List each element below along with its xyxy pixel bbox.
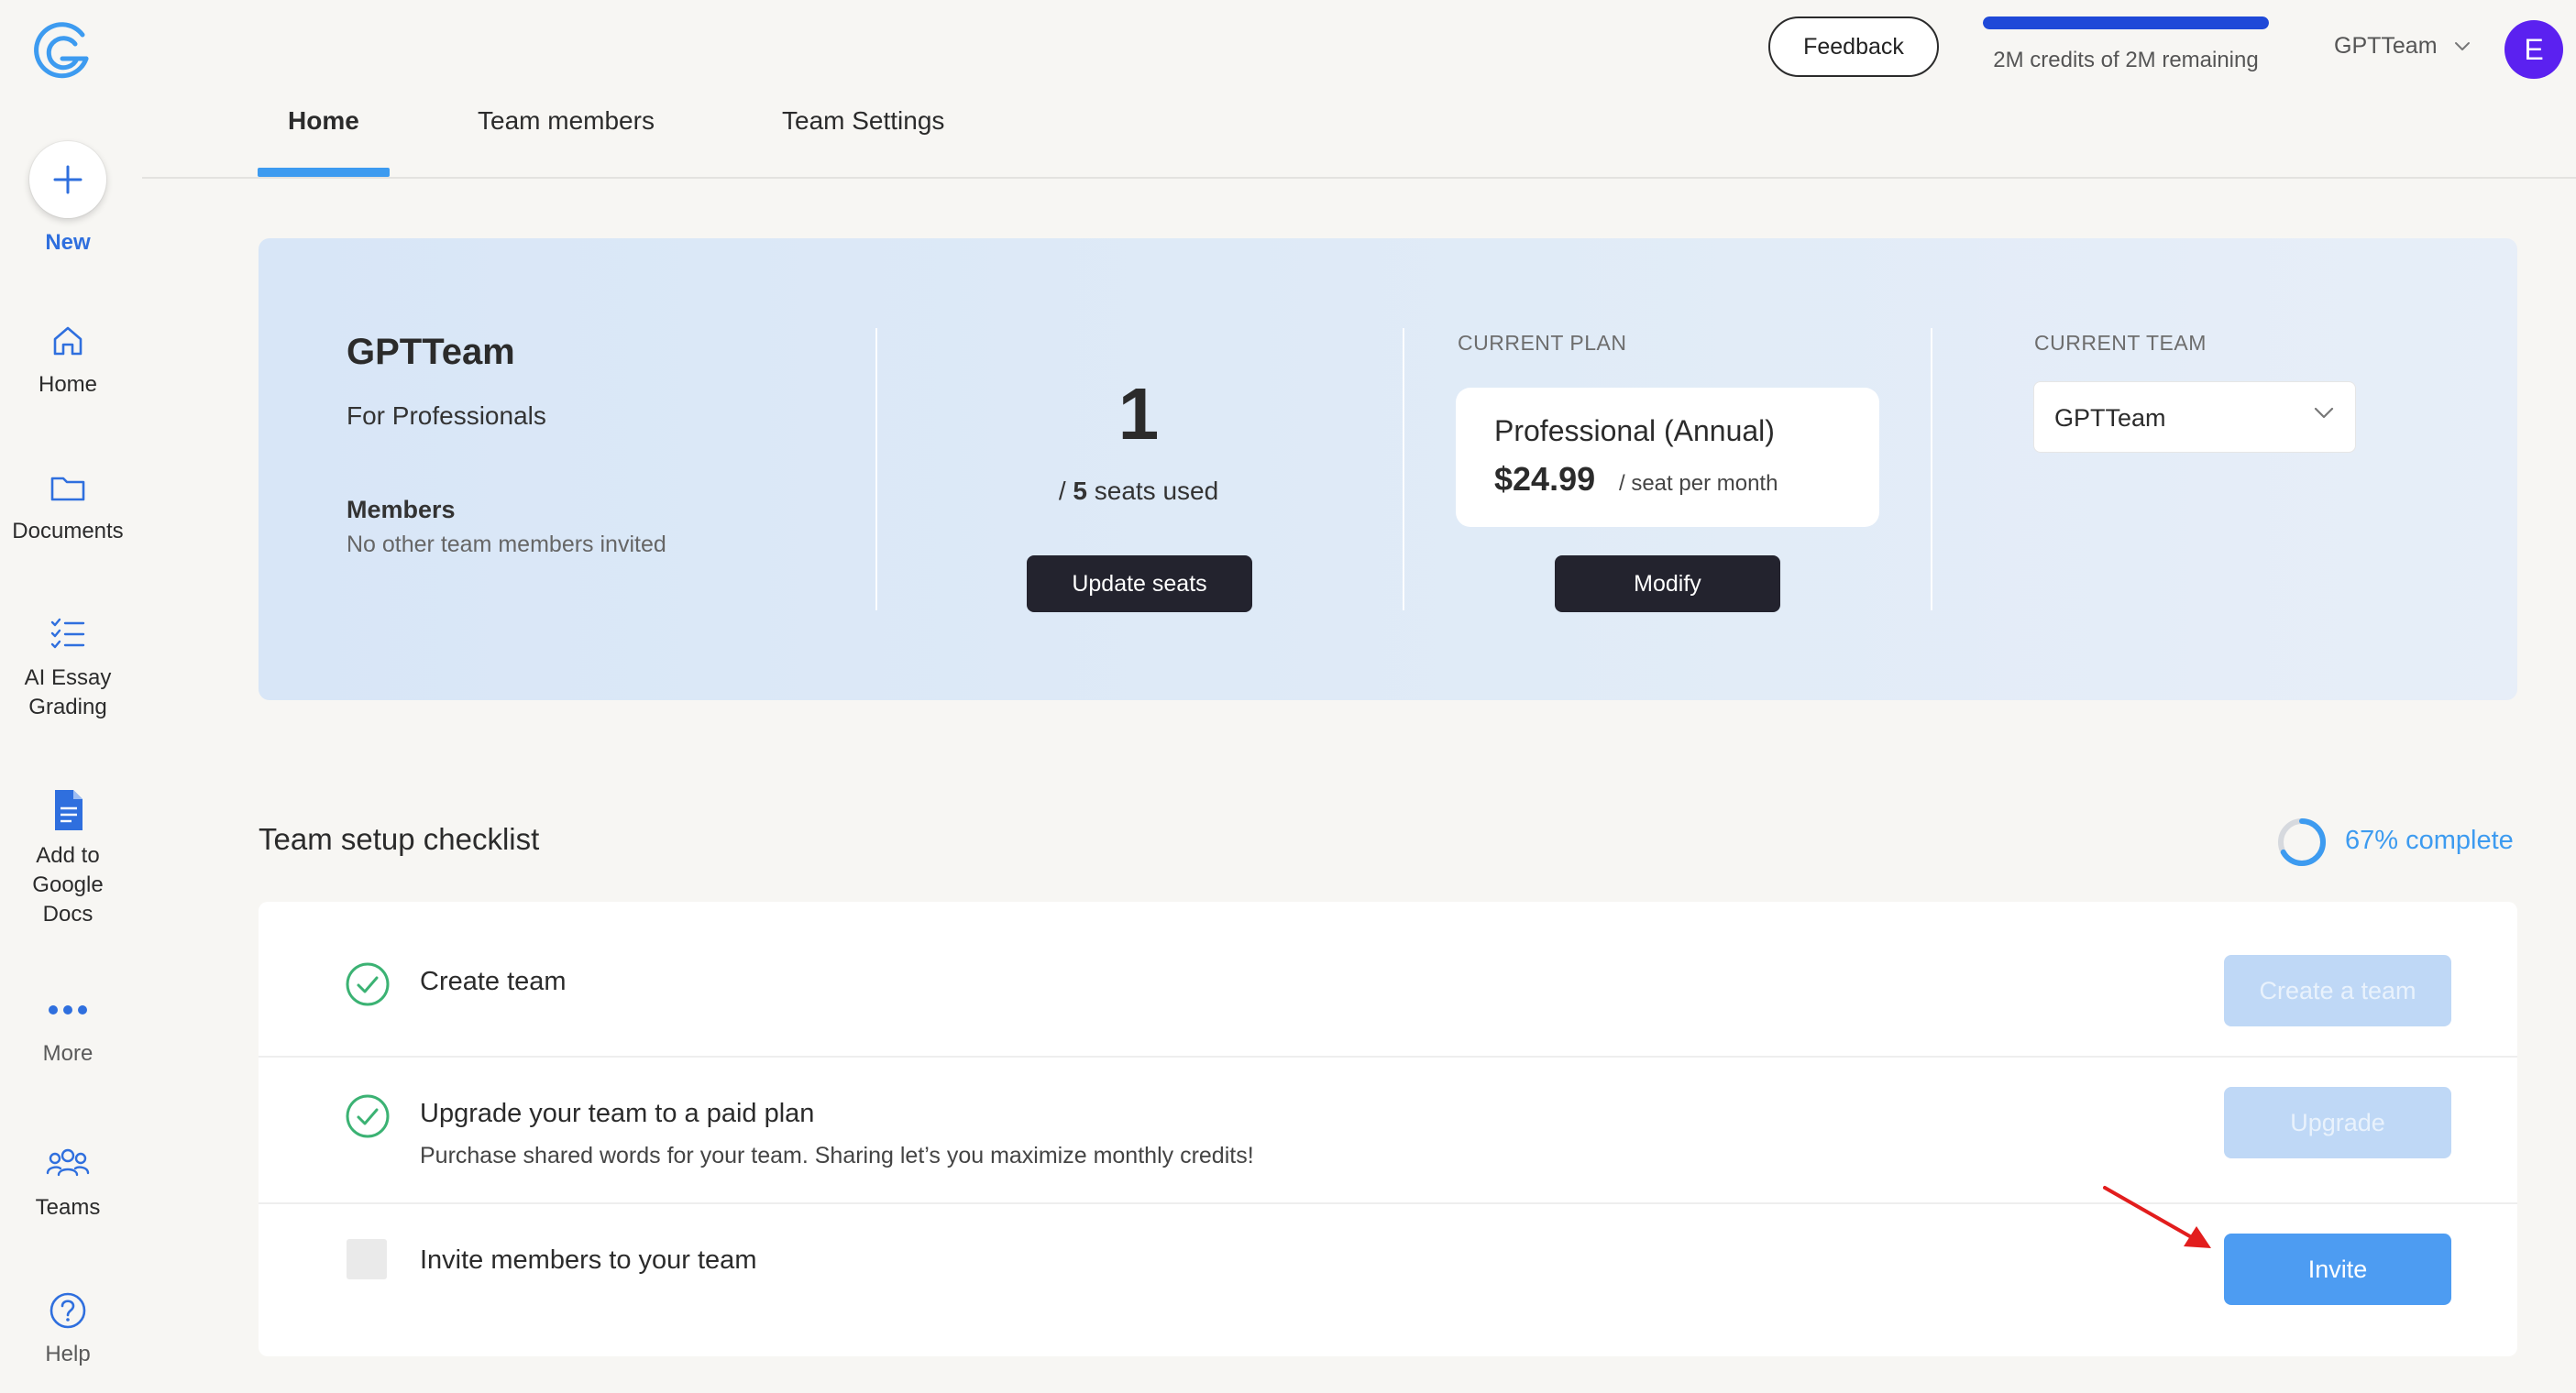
annotation-arrow-icon — [2103, 1186, 2211, 1248]
new-label: New — [45, 230, 91, 255]
plan-price: $24.99 — [1494, 460, 1596, 498]
upgrade-button[interactable]: Upgrade — [2224, 1087, 2451, 1158]
sidebar-item-home[interactable]: Home — [0, 321, 136, 400]
members-status: No other team members invited — [347, 532, 666, 557]
more-dots-icon — [49, 1005, 87, 1015]
teams-icon — [46, 1148, 90, 1177]
invite-button[interactable]: Invite — [2224, 1234, 2451, 1305]
sidebar-item-teams[interactable]: Teams — [0, 1144, 136, 1223]
plus-icon — [53, 165, 83, 194]
team-plan-card — [259, 238, 2517, 700]
tab-home[interactable]: Home — [288, 106, 359, 136]
sidebar-item-label: Documents — [12, 519, 124, 543]
plan-info-box — [1456, 388, 1879, 527]
home-icon — [53, 326, 83, 356]
tabs-divider — [142, 177, 2576, 179]
seats-used-count: 1 — [1117, 373, 1160, 455]
card-divider — [1403, 328, 1404, 610]
checklist-item-description: Purchase shared words for your team. Sha… — [420, 1143, 1254, 1168]
checklist-item-title: Upgrade your team to a paid plan — [420, 1099, 815, 1128]
seats-used-text: / 5 seats used — [876, 477, 1401, 506]
current-team-label: CURRENT TEAM — [2034, 331, 2207, 355]
sidebar-item-more[interactable]: More — [0, 999, 136, 1069]
tab-team-members[interactable]: Team members — [478, 106, 655, 136]
members-heading: Members — [347, 496, 456, 523]
team-subtitle: For Professionals — [347, 401, 546, 430]
credits-progress-fill — [1983, 16, 2269, 29]
sidebar-item-label: Add to Google Docs — [32, 843, 104, 927]
chevron-down-icon — [2314, 407, 2334, 419]
seats-suffix: seats used — [1086, 477, 1219, 505]
checklist-item-title: Invite members to your team — [420, 1245, 757, 1275]
current-team-value: GPTTeam — [2054, 404, 2166, 432]
card-divider — [875, 328, 877, 610]
seats-prefix: / — [1058, 477, 1073, 505]
update-seats-button[interactable]: Update seats — [1027, 555, 1252, 612]
user-avatar[interactable]: E — [2504, 20, 2563, 79]
checklist-title: Team setup checklist — [259, 822, 540, 856]
create-team-button[interactable]: Create a team — [2224, 955, 2451, 1026]
checklist-icon — [50, 618, 85, 649]
check-circle-icon — [346, 962, 390, 1006]
plan-price-unit: / seat per month — [1619, 471, 1778, 496]
current-team-select[interactable]: GPTTeam — [2033, 381, 2356, 453]
sidebar-item-google-docs[interactable]: Add to Google Docs — [0, 788, 136, 929]
check-circle-icon — [346, 1094, 390, 1138]
credits-progress-bar — [1983, 16, 2269, 29]
sidebar-item-ai-essay-grading[interactable]: AI Essay Grading — [0, 614, 136, 722]
sidebar-item-label: AI Essay Grading — [24, 665, 112, 719]
folder-icon — [50, 477, 85, 501]
credits-remaining-text: 2M credits of 2M remaining — [1993, 48, 2259, 72]
sidebar-item-label: Home — [38, 372, 98, 397]
team-switcher[interactable]: GPTTeam — [2334, 33, 2471, 60]
active-tab-indicator — [258, 168, 390, 177]
sidebar: New Home Documents AI Essay Grading Add … — [0, 0, 136, 1393]
sidebar-item-documents[interactable]: Documents — [0, 467, 136, 546]
team-name-heading: GPTTeam — [347, 332, 515, 372]
row-divider — [259, 1056, 2517, 1058]
checklist-card — [259, 902, 2517, 1356]
sidebar-item-help[interactable]: Help — [0, 1290, 136, 1369]
tab-team-settings[interactable]: Team Settings — [782, 106, 944, 136]
app-logo-icon[interactable] — [29, 18, 95, 84]
sidebar-item-label: Teams — [35, 1195, 101, 1220]
team-switcher-label: GPTTeam — [2334, 33, 2438, 59]
google-docs-icon — [55, 790, 83, 830]
sidebar-item-label: More — [42, 1041, 94, 1066]
seats-total: 5 — [1073, 477, 1087, 505]
current-plan-label: CURRENT PLAN — [1458, 331, 1627, 355]
progress-ring-icon — [2278, 818, 2326, 866]
checklist-item-title: Create team — [420, 967, 567, 996]
modify-plan-button[interactable]: Modify — [1555, 555, 1780, 612]
checklist-progress-text: 67% complete — [2345, 826, 2514, 855]
chevron-down-icon — [2454, 41, 2470, 50]
help-icon — [50, 1292, 86, 1329]
checklist-checkbox[interactable] — [347, 1239, 387, 1279]
feedback-button[interactable]: Feedback — [1768, 16, 1939, 77]
new-document-button[interactable] — [29, 141, 106, 218]
card-divider — [1931, 328, 1932, 610]
plan-name: Professional (Annual) — [1494, 414, 1775, 447]
sidebar-item-label: Help — [45, 1342, 91, 1366]
